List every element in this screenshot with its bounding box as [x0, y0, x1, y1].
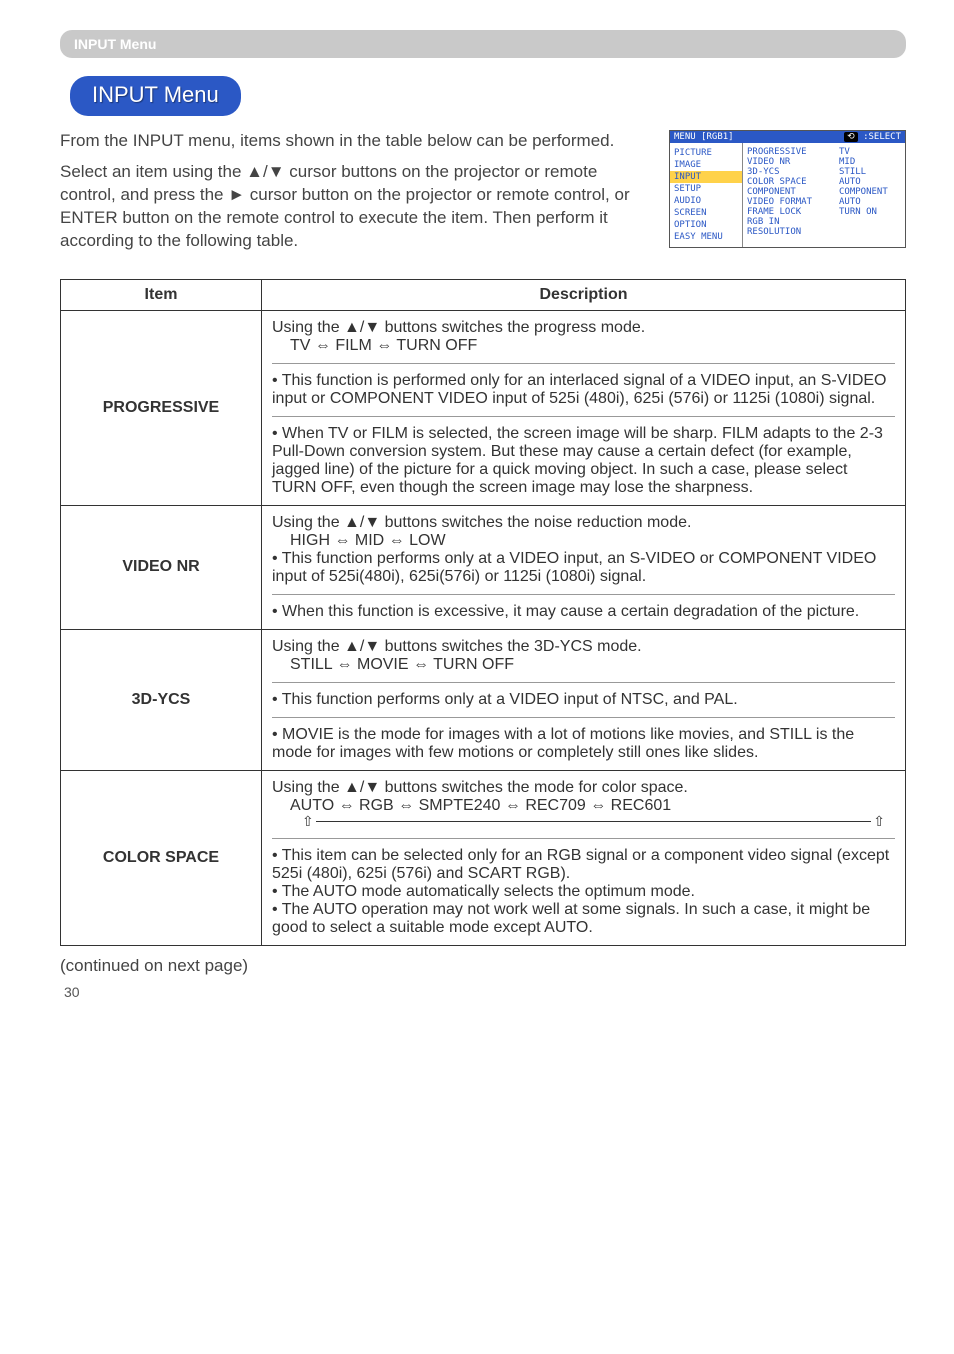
table-item-cell: VIDEO NR — [61, 505, 262, 629]
osd-select-icon: ⟲ — [844, 132, 858, 142]
table-row: VIDEO NR Using the ▲/▼ buttons switches t… — [61, 505, 906, 629]
osd-screenshot: MENU [RGB1] ⟲ :SELECT PICTUREIMAGEINPUTS… — [669, 130, 906, 248]
table-row: COLOR SPACE Using the ▲/▼ buttons switche… — [61, 770, 906, 945]
osd-param-name: FRAME LOCK — [747, 207, 839, 217]
osd-right-column: PROGRESSIVETVVIDEO NRMID3D-YCSSTILLCOLOR… — [743, 143, 905, 247]
osd-left-item: PICTURE — [670, 147, 742, 159]
description-line: Using the ▲/▼ buttons switches the 3D-YC… — [272, 638, 895, 656]
arrow-up-left-icon: ⇧ — [302, 813, 314, 830]
table-row: 3D-YCS Using the ▲/▼ buttons switches the… — [61, 629, 906, 770]
intro-paragraph-1: From the INPUT menu, items shown in the … — [60, 130, 653, 153]
table-item-cell: 3D-YCS — [61, 629, 262, 770]
osd-param-value: COMPONENT — [839, 187, 888, 197]
options-line: TV ⇔ FILM ⇔ TURN OFF — [272, 337, 895, 355]
osd-right-row: COLOR SPACEAUTO — [747, 177, 901, 187]
osd-param-name: RGB IN — [747, 217, 839, 227]
osd-param-value: TURN ON — [839, 207, 877, 217]
osd-left-column: PICTUREIMAGEINPUTSETUPAUDIOSCREENOPTIONE… — [670, 143, 743, 247]
divider — [272, 682, 895, 683]
options-line: HIGH ⇔ MID ⇔ LOW — [272, 532, 895, 550]
osd-param-name: 3D-YCS — [747, 167, 839, 177]
intro-paragraph-2: Select an item using the ▲/▼ cursor butt… — [60, 161, 653, 253]
cycle-arrow-line: ⇧⇧ — [272, 813, 895, 830]
options-line: STILL ⇔ MOVIE ⇔ TURN OFF — [272, 656, 895, 674]
osd-right-row: RESOLUTION — [747, 227, 901, 237]
osd-right-row: COMPONENTCOMPONENT — [747, 187, 901, 197]
osd-select-label: :SELECT — [863, 132, 901, 142]
osd-right-row: RGB IN — [747, 217, 901, 227]
description-line: • When TV or FILM is selected, the scree… — [272, 425, 895, 497]
osd-param-name: RESOLUTION — [747, 227, 839, 237]
settings-table: Item Description PROGRESSIVE Using the ▲/… — [60, 279, 906, 946]
osd-param-name: PROGRESSIVE — [747, 147, 839, 157]
divider — [272, 363, 895, 364]
osd-param-value: AUTO — [839, 197, 861, 207]
osd-left-item: EASY MENU — [670, 231, 742, 243]
osd-left-item: SETUP — [670, 183, 742, 195]
page-title: INPUT Menu — [70, 76, 241, 116]
osd-menu-label: MENU [RGB1] — [674, 132, 734, 142]
osd-left-item: INPUT — [670, 171, 742, 183]
osd-param-value: STILL — [839, 167, 866, 177]
osd-left-item: IMAGE — [670, 159, 742, 171]
description-line: • The AUTO mode automatically selects th… — [272, 883, 895, 901]
table-row: PROGRESSIVE Using the ▲/▼ buttons switche… — [61, 310, 906, 505]
continued-text: (continued on next page) — [60, 956, 906, 976]
osd-right-row: VIDEO FORMATAUTO — [747, 197, 901, 207]
osd-right-row: FRAME LOCKTURN ON — [747, 207, 901, 217]
description-line: Using the ▲/▼ buttons switches the noise… — [272, 514, 895, 532]
description-line: • This item can be selected only for an … — [272, 847, 895, 883]
description-line: • When this function is excessive, it ma… — [272, 603, 895, 621]
osd-right-row: VIDEO NRMID — [747, 157, 901, 167]
description-line: • The AUTO operation may not work well a… — [272, 901, 895, 937]
osd-param-name: VIDEO NR — [747, 157, 839, 167]
osd-param-value: TV — [839, 147, 850, 157]
section-header: INPUT Menu — [60, 30, 906, 58]
intro-text: From the INPUT menu, items shown in the … — [60, 130, 653, 261]
osd-param-name: VIDEO FORMAT — [747, 197, 839, 207]
divider — [272, 838, 895, 839]
table-desc-cell: Using the ▲/▼ buttons switches the 3D-YC… — [262, 629, 906, 770]
divider — [272, 717, 895, 718]
table-item-cell: COLOR SPACE — [61, 770, 262, 945]
description-line: • MOVIE is the mode for images with a lo… — [272, 726, 895, 762]
arrow-up-right-icon: ⇧ — [873, 813, 885, 830]
table-desc-cell: Using the ▲/▼ buttons switches the noise… — [262, 505, 906, 629]
page-number: 30 — [60, 984, 906, 1000]
table-desc-cell: Using the ▲/▼ buttons switches the mode … — [262, 770, 906, 945]
divider — [272, 594, 895, 595]
osd-right-row: PROGRESSIVETV — [747, 147, 901, 157]
description-line: • This function is performed only for an… — [272, 372, 895, 408]
table-desc-cell: Using the ▲/▼ buttons switches the progr… — [262, 310, 906, 505]
osd-param-value: AUTO — [839, 177, 861, 187]
description-line: Using the ▲/▼ buttons switches the mode … — [272, 779, 895, 797]
osd-right-row: 3D-YCSSTILL — [747, 167, 901, 177]
osd-left-item: OPTION — [670, 219, 742, 231]
table-header-description: Description — [262, 279, 906, 310]
description-line: • This function performs only at a VIDEO… — [272, 691, 895, 709]
description-line: • This function performs only at a VIDEO… — [272, 550, 895, 586]
table-header-item: Item — [61, 279, 262, 310]
osd-param-value: MID — [839, 157, 855, 167]
osd-param-name: COMPONENT — [747, 187, 839, 197]
divider — [272, 416, 895, 417]
table-item-cell: PROGRESSIVE — [61, 310, 262, 505]
osd-left-item: SCREEN — [670, 207, 742, 219]
osd-left-item: AUDIO — [670, 195, 742, 207]
osd-param-name: COLOR SPACE — [747, 177, 839, 187]
description-line: Using the ▲/▼ buttons switches the progr… — [272, 319, 895, 337]
